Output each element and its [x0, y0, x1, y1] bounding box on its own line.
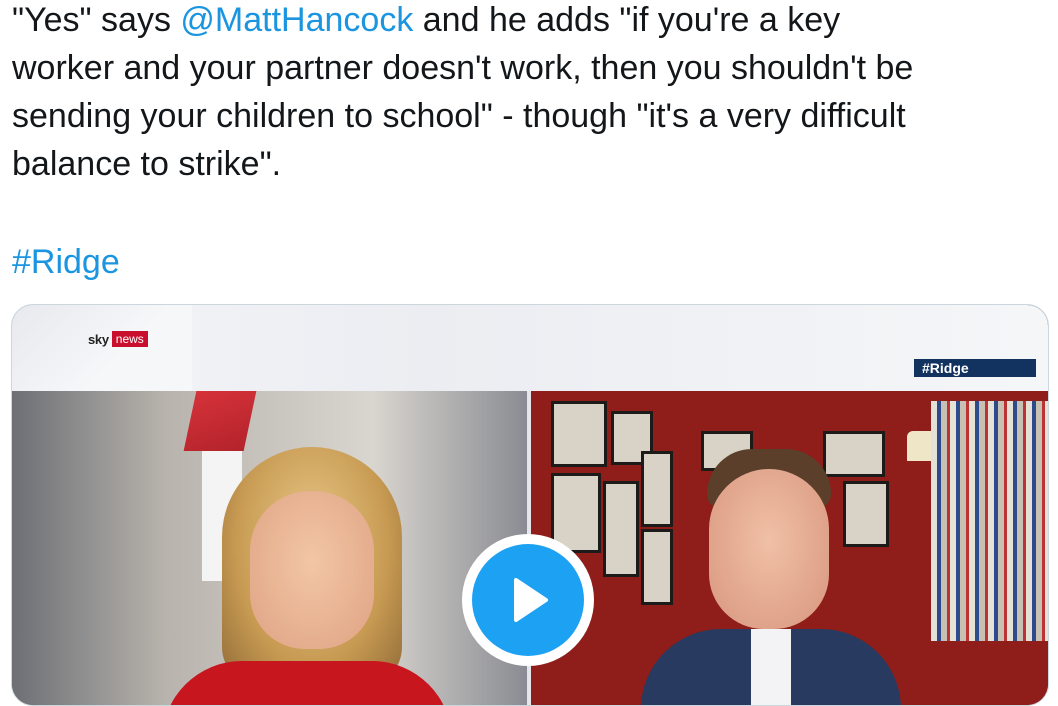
program-hashtag-bug: #Ridge [914, 359, 1036, 377]
mention-link[interactable]: @MattHancock [180, 1, 413, 39]
wall-frame [641, 451, 673, 527]
play-button[interactable] [462, 534, 594, 666]
sky-logo-text: sky [88, 331, 109, 347]
banner-stripe [12, 305, 192, 391]
wall-frame [603, 481, 639, 577]
wall-frame [823, 431, 885, 477]
hashtag-line: #Ridge [12, 238, 120, 286]
wall-frame [551, 401, 607, 467]
tweet-text-prefix: "Yes" says [12, 1, 181, 39]
wall-frame [641, 529, 673, 605]
presenter-face [250, 491, 374, 649]
bookshelf [931, 401, 1048, 641]
play-icon [514, 578, 548, 622]
guest-face [709, 469, 829, 629]
presenter-panel [12, 391, 527, 705]
flag-decoration [183, 391, 257, 451]
sky-news-logo: sky news [88, 331, 148, 347]
wall-frame [843, 481, 889, 547]
guest-panel [531, 391, 1048, 705]
tweet-text: "Yes" says @MattHancock and he adds "if … [12, 0, 1052, 188]
broadcast-banner: sky news #Ridge [12, 305, 1048, 391]
news-logo-text: news [111, 331, 148, 347]
hashtag-link[interactable]: #Ridge [12, 243, 120, 281]
play-button-circle[interactable] [472, 544, 584, 656]
presenter-body [162, 661, 452, 705]
guest-shirt [751, 629, 791, 705]
